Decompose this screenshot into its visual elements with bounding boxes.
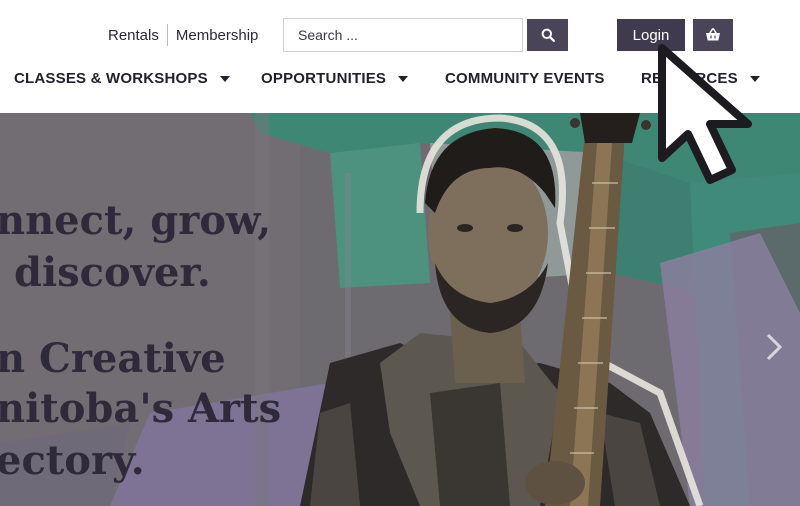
carousel-next-button[interactable]: [760, 329, 788, 365]
main-nav: CLASSES & WORKSHOPS OPPORTUNITIES COMMUN…: [0, 70, 800, 98]
chevron-right-icon: [766, 333, 783, 361]
membership-link[interactable]: Membership: [176, 27, 259, 44]
nav-item-classes-workshops[interactable]: CLASSES & WORKSHOPS: [14, 70, 230, 87]
hero-heading-line: n Creative: [0, 335, 226, 382]
nav-item-label: OPPORTUNITIES: [261, 70, 387, 87]
rentals-link[interactable]: Rentals: [108, 27, 159, 44]
hero-banner: nnect, grow, discover. n Creative nitoba…: [0, 113, 800, 506]
nav-item-resources[interactable]: RESOURCES: [641, 70, 760, 87]
hero-heading-line: nnect, grow,: [0, 197, 272, 244]
nav-item-opportunities[interactable]: OPPORTUNITIES: [261, 70, 409, 87]
search-input[interactable]: [298, 27, 522, 43]
nav-item-label: CLASSES & WORKSHOPS: [14, 70, 208, 87]
shopping-basket-icon: [706, 28, 720, 41]
caret-down-icon: [219, 75, 230, 82]
search-field[interactable]: [283, 18, 523, 52]
nav-item-community-events[interactable]: COMMUNITY EVENTS: [445, 70, 605, 87]
search-button[interactable]: [527, 19, 568, 51]
caret-down-icon: [749, 75, 760, 82]
login-button[interactable]: Login: [617, 19, 685, 51]
hero-heading-line: discover.: [14, 249, 211, 296]
search-icon: [541, 28, 555, 42]
caret-down-icon: [398, 75, 409, 82]
hero-heading-line: ectory.: [0, 437, 145, 484]
hero-heading-line: nitoba's Arts: [0, 385, 282, 432]
divider: [166, 24, 168, 46]
nav-item-label: RESOURCES: [641, 70, 738, 87]
cart-button[interactable]: [693, 19, 733, 51]
utility-links: Rentals Membership: [108, 24, 258, 46]
nav-item-label: COMMUNITY EVENTS: [445, 70, 605, 87]
